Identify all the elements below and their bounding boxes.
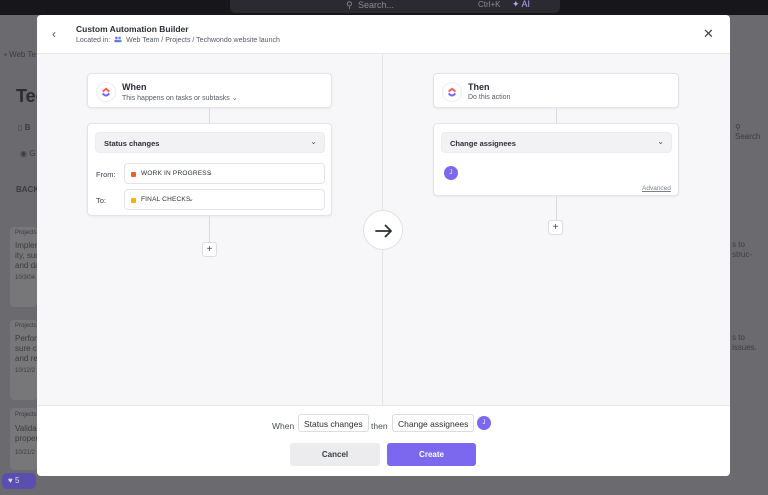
action-config-card: Change assignees ⌄ J Advanced	[433, 123, 679, 196]
global-search-placeholder: Search...	[358, 0, 395, 10]
close-icon: ✕	[703, 26, 714, 41]
team-icon	[114, 36, 122, 43]
bg-card-tag: Projects	[15, 412, 37, 418]
bg-card-line: Perfor	[15, 334, 37, 343]
from-status-value: WORK IN PROGRESS	[141, 170, 212, 177]
bg-card-line: and re	[15, 354, 38, 363]
modal-title: Custom Automation Builder	[76, 24, 189, 34]
search-shortcut: Ctrl+K	[478, 0, 501, 9]
trigger-config-card: Status changes ⌄ From: WORK IN PROGRESS …	[87, 123, 332, 216]
chevron-down-icon: ⌄	[310, 137, 317, 146]
global-search-box[interactable]	[230, 0, 560, 13]
add-action-button[interactable]: +	[548, 220, 563, 235]
summary-action-chip: Change assignees	[392, 414, 475, 432]
bg-card-line: and da	[15, 261, 40, 270]
location-prefix: Located in:	[76, 37, 111, 44]
chevron-down-icon: ⌄	[188, 196, 194, 203]
app-topbar: ⚲ Search... Ctrl+K ✦ AI	[0, 0, 768, 15]
bg-card-tag: Projects	[15, 323, 37, 329]
plus-icon: +	[206, 244, 213, 255]
bg-card-date: 10/21/2	[15, 450, 36, 456]
trigger-type-value: Status changes	[104, 139, 160, 148]
summary-avatar: J	[477, 416, 491, 430]
bg-snippet: s to	[732, 333, 745, 342]
bg-search: ⚲ Search	[735, 123, 761, 141]
trigger-header-card[interactable]: When This happens on tasks or subtasks ⌄	[87, 73, 332, 108]
from-label: From:	[96, 170, 116, 179]
bg-snippet: struc-	[732, 250, 752, 259]
bg-breadcrumb: ▪ Web Te	[4, 50, 36, 59]
chevron-left-icon: ‹	[52, 27, 56, 41]
action-type-value: Change assignees	[450, 139, 516, 148]
chevron-down-icon: ⌄	[231, 95, 238, 102]
bg-card-line: Impler	[15, 241, 38, 250]
close-button[interactable]: ✕	[703, 26, 714, 42]
from-status-select[interactable]: WORK IN PROGRESS ⌄	[124, 163, 325, 184]
assignee-avatar[interactable]: J	[444, 166, 458, 180]
bg-card-line: Valida	[15, 424, 37, 433]
action-header-card[interactable]: Then Do this action	[433, 73, 679, 108]
trigger-connector-bottom	[209, 216, 210, 242]
create-button[interactable]: Create	[387, 443, 476, 466]
summary-when: When	[272, 421, 295, 431]
trigger-title: When	[122, 82, 147, 92]
modal-location: Located in: Web Team / Projects / Techwo…	[76, 36, 280, 44]
action-subtitle: Do this action	[468, 94, 511, 101]
builder-canvas: When This happens on tasks or subtasks ⌄…	[37, 54, 730, 405]
plus-icon: +	[552, 222, 559, 233]
status-color-swatch	[131, 198, 136, 203]
bg-card-line: ity, suc	[15, 251, 40, 260]
to-label: To:	[96, 196, 107, 205]
back-button[interactable]: ‹	[52, 27, 56, 41]
action-type-select[interactable]: Change assignees ⌄	[441, 132, 672, 153]
bg-snippet: issues.	[732, 343, 757, 352]
action-connector-bottom	[556, 196, 557, 222]
clickup-logo-icon	[96, 82, 116, 102]
modal-header: ‹ Custom Automation Builder Located in: …	[37, 15, 730, 54]
clickup-logo-icon	[442, 82, 462, 102]
to-status-value: FINAL CHECKS	[141, 196, 191, 203]
trigger-connector	[209, 108, 210, 123]
bg-snippet: s to	[732, 240, 745, 249]
bg-card-date: 10/12/2	[15, 368, 36, 374]
location-path[interactable]: Web Team / Projects / Techwondo website …	[126, 37, 280, 44]
bg-card-tag: Projects	[15, 230, 37, 236]
add-condition-button[interactable]: +	[202, 242, 217, 257]
bg-card-date: 10/3/04	[15, 275, 36, 281]
bg-card-line: sure c	[15, 344, 37, 353]
ai-button[interactable]: ✦ AI	[512, 0, 530, 10]
advanced-link[interactable]: Advanced	[642, 185, 671, 192]
notification-badge[interactable]: ♥ 5	[2, 473, 36, 489]
bg-group: ◉ G	[20, 149, 36, 158]
action-connector	[556, 108, 557, 123]
automation-builder-modal: ‹ Custom Automation Builder Located in: …	[37, 15, 730, 476]
chevron-down-icon: ⌄	[207, 170, 213, 177]
trigger-type-select[interactable]: Status changes ⌄	[95, 132, 325, 153]
flow-arrow	[363, 210, 403, 250]
bg-card-line: proper	[15, 434, 39, 443]
cancel-button[interactable]: Cancel	[290, 443, 380, 466]
status-color-swatch	[131, 172, 136, 177]
chevron-down-icon: ⌄	[657, 137, 664, 146]
trigger-subtitle[interactable]: This happens on tasks or subtasks ⌄	[122, 94, 238, 102]
search-icon: ⚲	[346, 0, 353, 10]
arrow-right-icon	[375, 224, 392, 238]
action-title: Then	[468, 82, 490, 92]
modal-footer: When Status changes then Change assignee…	[37, 405, 730, 476]
summary-then: then	[371, 421, 388, 431]
to-status-select[interactable]: FINAL CHECKS ⌄	[124, 189, 325, 210]
summary-trigger-chip: Status changes	[298, 414, 369, 432]
bg-tab: ▯ B	[18, 123, 31, 132]
